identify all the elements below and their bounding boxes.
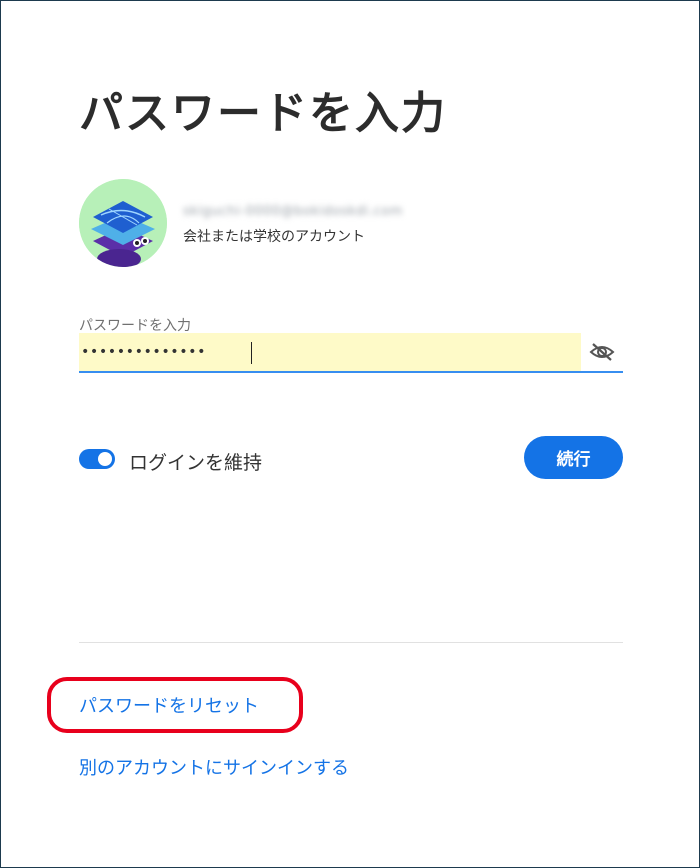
- keep-signed-in-toggle[interactable]: [79, 449, 115, 469]
- text-caret: [251, 342, 252, 364]
- switch-account-link[interactable]: 別のアカウントにサインインする: [79, 754, 349, 780]
- divider: [79, 642, 623, 643]
- password-field: [79, 333, 623, 373]
- page-title: パスワードを入力: [79, 88, 447, 139]
- keep-signed-in-label: ログインを維持: [129, 452, 263, 474]
- eye-slash-icon[interactable]: [587, 339, 617, 365]
- continue-button[interactable]: 続行: [524, 436, 623, 479]
- reset-password-link[interactable]: パスワードをリセット: [79, 692, 259, 718]
- account-email: skiguchi-0000@bokidoskdi.com: [183, 204, 403, 219]
- toggle-knob: [98, 452, 112, 466]
- password-input[interactable]: [79, 333, 581, 371]
- account-type-label: 会社または学校のアカウント: [183, 229, 365, 245]
- password-field-label: パスワードを入力: [79, 318, 191, 334]
- avatar: [79, 179, 167, 267]
- account-info: skiguchi-0000@bokidoskdi.com 会社または学校のアカウ…: [183, 204, 403, 246]
